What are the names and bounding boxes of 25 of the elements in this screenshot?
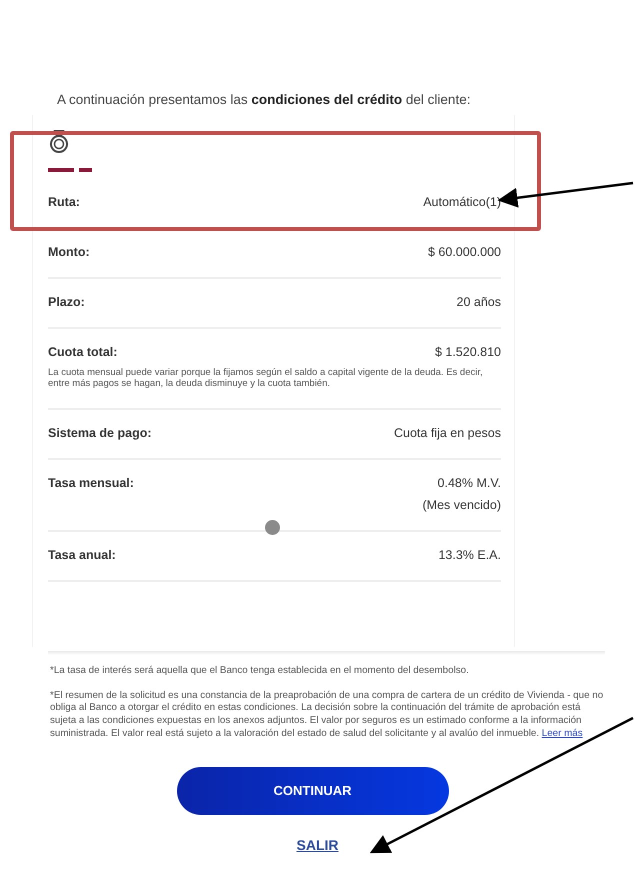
field-label: Cuota total: [48, 345, 118, 359]
field-label: Tasa anual: [48, 548, 116, 562]
read-more-link[interactable]: Leer más [542, 728, 583, 739]
field-value: 13.3% E.A. [438, 548, 501, 562]
dot-icon [265, 520, 280, 535]
dashes-icon [48, 167, 92, 173]
field-value: $ 1.520.810 [434, 345, 501, 359]
continue-button[interactable]: CONTINUAR [176, 766, 448, 815]
field-value: $ 60.000.000 [428, 245, 501, 259]
money-bag-icon [48, 129, 70, 153]
field-label: Monto: [48, 245, 90, 259]
footnote-text: *La tasa de interés será aquella que el Banco tenga establecida en el momento del desembolso. [50, 665, 470, 678]
field-value: 20 años [456, 295, 501, 309]
exit-link[interactable]: SALIR [296, 836, 338, 853]
field-label: Plazo: [48, 295, 85, 309]
field-value: Automático(1) [423, 195, 501, 209]
field-value: (Mes vencido) [422, 498, 501, 512]
footnote-text: *El resumen de la solicitud es una constancia de la preaprobación de una compra de cartera de un crédito de Vivienda - que no obliga al Banco a otorgar el crédito en estas condiciones. La decisión sobre la continuación del trámite de aprobación está sujeta a las condiciones expuestas en los anexos adjuntos. El valor por seguros es un estimado conforme a la información suministrada. El valor real está sujeto a la valoración del estado de salud del solicitante y al avalúo del inmueble. Leer más [50, 690, 604, 741]
field-note: La cuota mensual puede variar porque la fijamos según el saldo a capital vigente de la deuda. Es decir, entre más pagos se hagan, la deuda disminuye y la cuota también. [48, 367, 484, 390]
intro-text: A continuación presentamos las condiciones del crédito del cliente: [57, 92, 472, 107]
field-label: Tasa mensual: [48, 476, 134, 490]
field-label: Sistema de pago: [48, 426, 152, 440]
field-value: 0.48% M.V. [438, 476, 501, 490]
field-label: Ruta: [48, 195, 80, 209]
field-value: Cuota fija en pesos [394, 426, 501, 440]
